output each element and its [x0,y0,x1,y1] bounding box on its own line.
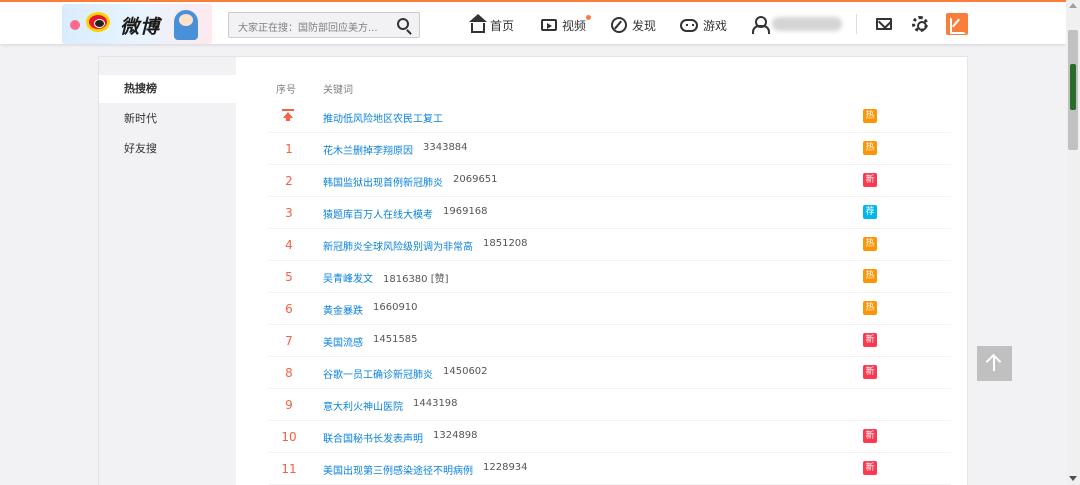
status-badge: 荐 [863,205,877,219]
game-icon [680,18,698,32]
rank-number: 10 [281,430,297,444]
keyword-link[interactable]: 新冠肺炎全球风险级别调为非常高 [323,238,473,253]
column-header-rank: 序号 [276,85,296,96]
nav-home[interactable]: 首页 [469,14,515,36]
sidebar-item-friend-search[interactable]: 好友搜 [99,135,236,163]
table-row[interactable]: 11 美国出现第三例感染途径不明病例 1228934 新 [269,453,951,485]
discover-icon [611,17,627,33]
table-row[interactable]: 6 黄金暴跌 1660910 热 [269,293,951,325]
status-badge: 热 [863,109,877,123]
username-blurred[interactable] [772,17,842,31]
table-row[interactable]: 2 韩国监狱出现首例新冠肺炎 2069651 新 [269,165,951,197]
nav-discover-label: 发现 [632,18,657,33]
status-badge: 新 [863,429,877,443]
keyword-link[interactable]: 猿题库百万人在线大模考 [323,206,433,221]
nav-video-label: 视频 [562,18,587,33]
search-count: 1451585 [373,334,418,345]
heart-icon [70,20,80,30]
search-box[interactable]: 大家正在搜：国防部回应美方... [228,12,420,38]
pin-top-icon-stem [286,117,290,121]
keyword-link[interactable]: 推动低风险地区农民工复工 [323,110,443,125]
rank-number: 11 [281,462,297,476]
scroll-down-arrow-icon[interactable] [1069,476,1077,481]
table-row[interactable]: 3 猿题库百万人在线大模考 1969168 荐 [269,197,951,229]
back-to-top-button[interactable] [977,346,1012,381]
nav-game[interactable]: 游戏 [680,14,727,36]
doctor-illustration-icon [174,10,198,40]
status-badge: 新 [863,365,877,379]
keyword-link[interactable]: 吴青峰发文 [323,270,373,285]
keyword-link[interactable]: 美国流感 [323,334,363,349]
table-row[interactable]: 4 新冠肺炎全球风险级别调为非常高 1851208 热 [269,229,951,261]
status-badge: 新 [863,173,877,187]
mail-icon[interactable] [876,18,892,30]
search-input[interactable]: 大家正在搜：国防部回应美方... [238,19,378,34]
rank-number: 2 [285,174,293,188]
sidebar: 热搜榜 新时代 好友搜 [99,57,236,485]
keyword-link[interactable]: 花木兰删掉李翔原因 [323,142,413,157]
scroll-up-arrow-icon[interactable] [1069,3,1077,8]
table-row[interactable]: 推动低风险地区农民工复工 热 [269,101,951,133]
keyword-link[interactable]: 美国出现第三例感染途径不明病例 [323,462,473,477]
video-icon [541,19,557,31]
status-badge: 新 [863,461,877,475]
user-icon[interactable] [752,16,770,34]
status-badge: 热 [863,141,877,155]
keyword-link[interactable]: 意大利火神山医院 [323,398,403,413]
sidebar-item-new-era[interactable]: 新时代 [99,105,236,133]
scrollbar[interactable] [1066,0,1080,485]
compose-button[interactable] [946,13,968,35]
logo-wordmark: 微博 [120,16,161,38]
table-row[interactable]: 9 意大利火神山医院 1443198 [269,389,951,421]
weibo-eye-icon [86,12,110,32]
table-row[interactable]: 8 谷歌一员工确诊新冠肺炎 1450602 新 [269,357,951,389]
table-row[interactable]: 7 美国流感 1451585 新 [269,325,951,357]
nav-video[interactable]: 视频 [541,14,591,36]
header-divider [856,14,857,34]
rank-number: 8 [285,366,293,380]
search-count: 1450602 [443,366,488,377]
keyword-link[interactable]: 韩国监狱出现首例新冠肺炎 [323,174,443,189]
keyword-link[interactable]: 联合国秘书长发表声明 [323,430,423,445]
status-badge: 新 [863,333,877,347]
nav-home-label: 首页 [490,18,515,33]
weibo-logo[interactable]: 微博 [62,4,212,44]
nav-game-label: 游戏 [703,18,728,33]
search-count: 1851208 [483,238,528,249]
scrollbar-marker [1070,64,1076,110]
home-icon [469,14,487,33]
keyword-link[interactable]: 黄金暴跌 [323,302,363,317]
gear-icon[interactable] [912,16,928,32]
rank-number: 9 [285,398,293,412]
search-count: 1228934 [483,462,528,473]
status-badge: 热 [863,237,877,251]
search-count: 1324898 [433,430,478,441]
search-count: 1969168 [443,206,488,217]
sidebar-item-hot-search[interactable]: 热搜榜 [99,75,236,103]
rank-number: 5 [285,270,293,284]
rank-number: 4 [285,238,293,252]
rank-number: 6 [285,302,293,316]
status-badge: 热 [863,269,877,283]
keyword-link[interactable]: 谷歌一员工确诊新冠肺炎 [323,366,433,381]
search-count: 3343884 [423,142,468,153]
search-count: 2069651 [453,174,498,185]
status-badge: 热 [863,301,877,315]
table-row[interactable]: 1 花木兰删掉李翔原因 3343884 热 [269,133,951,165]
nav-discover[interactable]: 发现 [611,14,656,36]
notification-dot [586,15,591,20]
rank-number: 7 [285,334,293,348]
search-count: 1443198 [413,398,458,409]
hot-search-panel: 热搜榜 新时代 好友搜 序号 关键词 推动低风险地区农民工复工热 1 花木兰删掉李翔… [98,56,968,485]
top-navbar: 微博 大家正在搜：国防部回应美方... 首页 视频 发现 游戏 [0,0,1066,44]
search-count: 1660910 [373,302,418,313]
search-count: 1816380 [赞] [383,274,449,285]
rank-number: 1 [285,142,293,156]
table-row[interactable]: 5 吴青峰发文 1816380 [赞] 热 [269,261,951,293]
rank-number: 3 [285,206,293,220]
search-icon[interactable] [397,18,409,30]
table-row[interactable]: 10 联合国秘书长发表声明 1324898 新 [269,421,951,453]
column-header-keyword: 关键词 [323,85,353,96]
